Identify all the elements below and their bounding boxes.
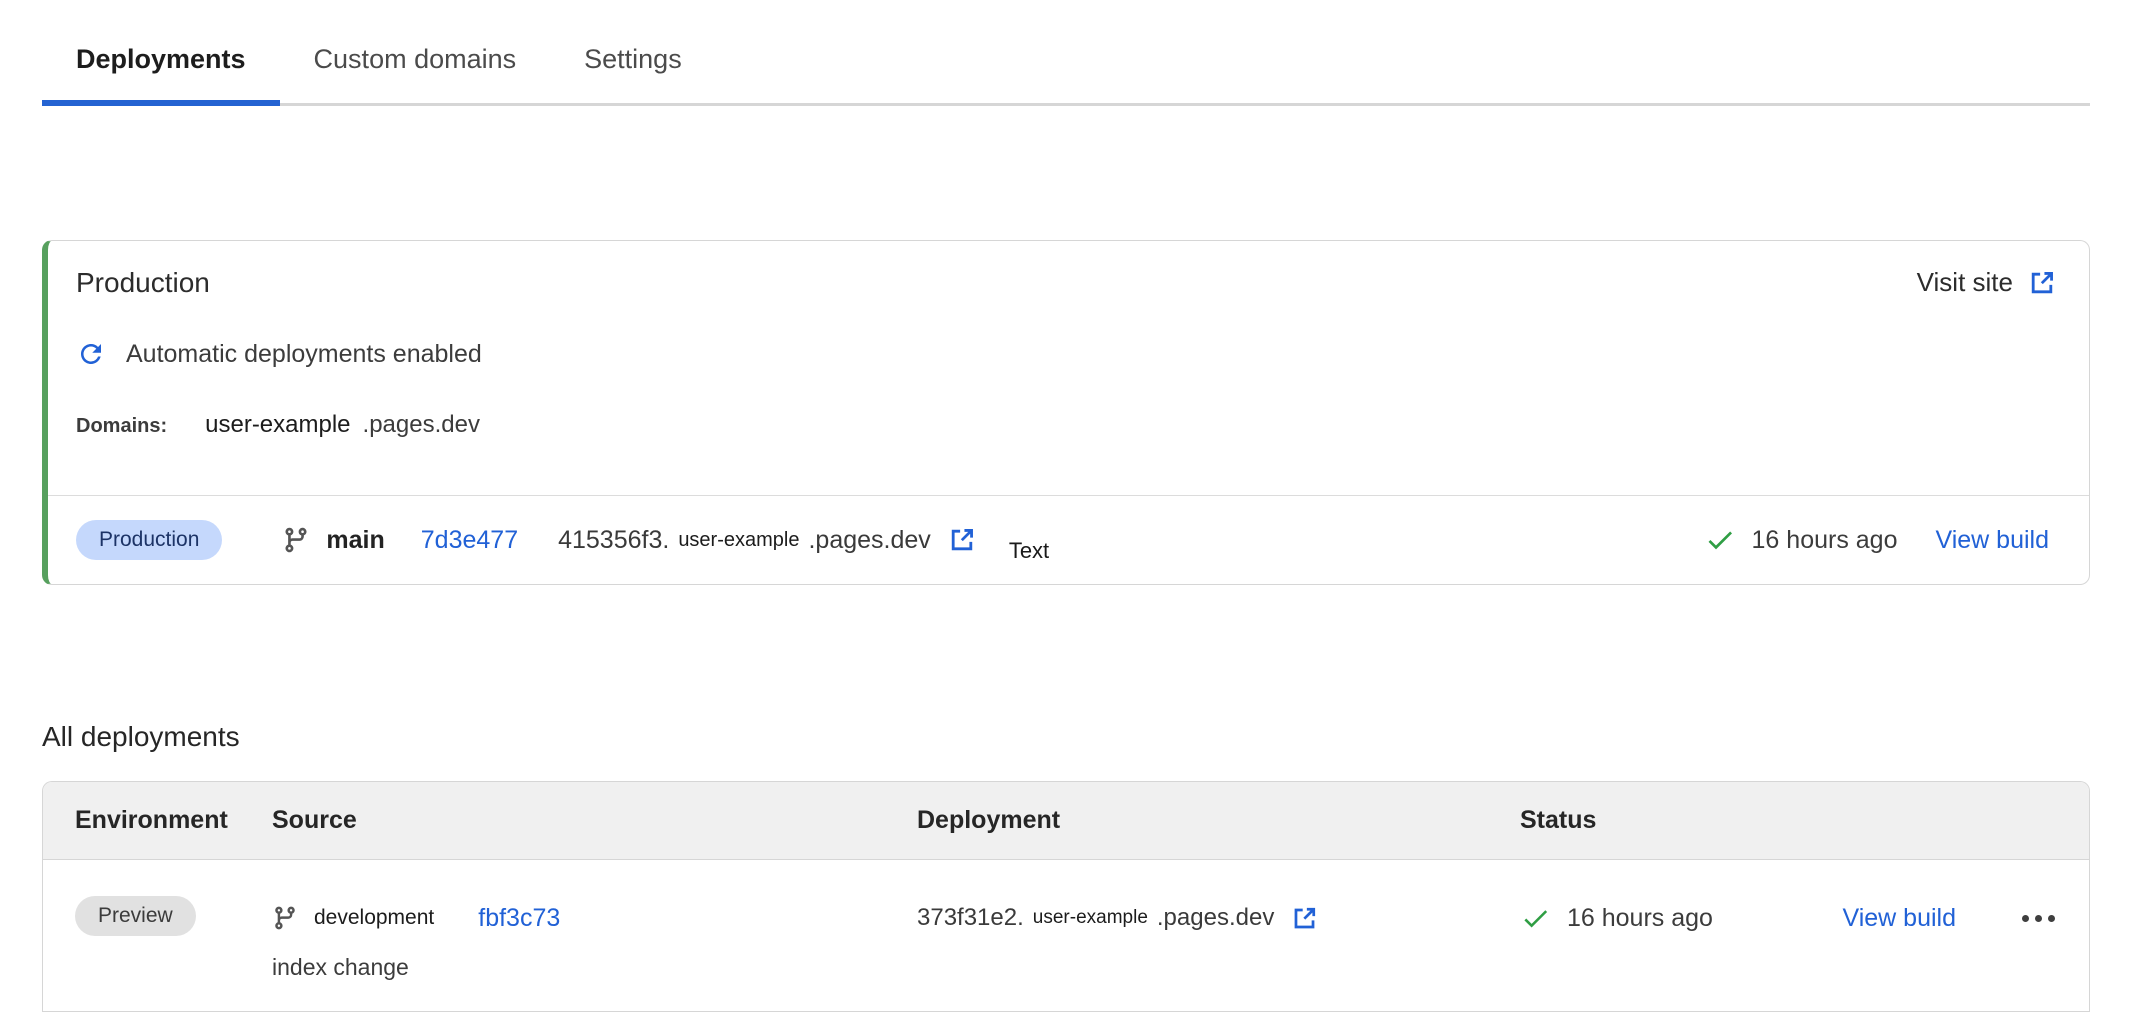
deployments-table: Environment Source Deployment Status Pre… [42,781,2090,1012]
refresh-icon [76,339,106,369]
column-header-deployment: Deployment [917,806,1520,835]
git-branch-icon [272,905,298,931]
ellipsis-icon [2035,915,2042,922]
deployment-url-prefix: 373f31e2. [917,904,1024,932]
deployment-time: 16 hours ago [1567,904,1713,933]
text-annotation: Text [1009,538,1049,564]
commit-link[interactable]: 7d3e477 [421,526,518,555]
production-card: Production Visit site [42,240,2090,585]
table-header-row: Environment Source Deployment Status [43,782,2089,860]
deployment-url-prefix: 415356f3. [558,526,669,555]
view-build-link[interactable]: View build [1935,526,2049,555]
production-deployment-row: Production main 7d3e477 415356f3. user-e… [48,495,2089,584]
git-branch-icon [282,526,310,554]
branch-name: main [326,526,384,555]
deployment-url-subdomain: user-example [1033,907,1148,929]
page: Deployments Custom domains Settings Prod… [0,28,2132,1012]
view-build-link[interactable]: View build [1842,904,1956,933]
branch-name: development [314,906,434,930]
commit-link[interactable]: fbf3c73 [478,904,560,933]
deployment-url-suffix: .pages.dev [1157,904,1274,932]
deployment-time: 16 hours ago [1752,526,1898,555]
table-row: Preview development fbf3c73 index change… [43,860,2089,1011]
deployment-url-suffix: .pages.dev [808,526,930,555]
success-check-icon [1520,903,1551,934]
tab-bar: Deployments Custom domains Settings [42,28,2090,106]
column-header-source: Source [272,806,917,835]
tab-custom-domains[interactable]: Custom domains [280,28,551,103]
column-header-status: Status [1520,806,2089,835]
column-header-environment: Environment [75,806,272,835]
row-menu-button[interactable] [2018,905,2059,932]
deployment-url-link[interactable]: 373f31e2. user-example .pages.dev [917,904,1319,933]
deployment-url-subdomain: user-example [678,529,799,552]
external-link-icon [1290,904,1319,933]
external-link-icon [2027,268,2057,298]
deployment-url-link[interactable]: 415356f3. user-example .pages.dev [558,525,977,555]
commit-message: index change [272,954,917,981]
ellipsis-icon [2022,915,2029,922]
tab-settings[interactable]: Settings [550,28,716,103]
auto-deployments-text: Automatic deployments enabled [126,340,482,369]
external-link-icon [947,525,977,555]
ellipsis-icon [2048,915,2055,922]
visit-site-link[interactable]: Visit site [1917,267,2057,298]
domain-suffix: .pages.dev [363,411,480,439]
environment-badge-production: Production [76,520,222,560]
production-card-title: Production [76,267,210,299]
environment-badge-preview: Preview [75,896,196,936]
tab-deployments[interactable]: Deployments [42,28,280,103]
domain-value: user-example [205,411,350,439]
success-check-icon [1704,524,1736,556]
all-deployments-title: All deployments [42,721,2090,753]
visit-site-label: Visit site [1917,267,2013,298]
domains-label: Domains: [76,415,167,438]
